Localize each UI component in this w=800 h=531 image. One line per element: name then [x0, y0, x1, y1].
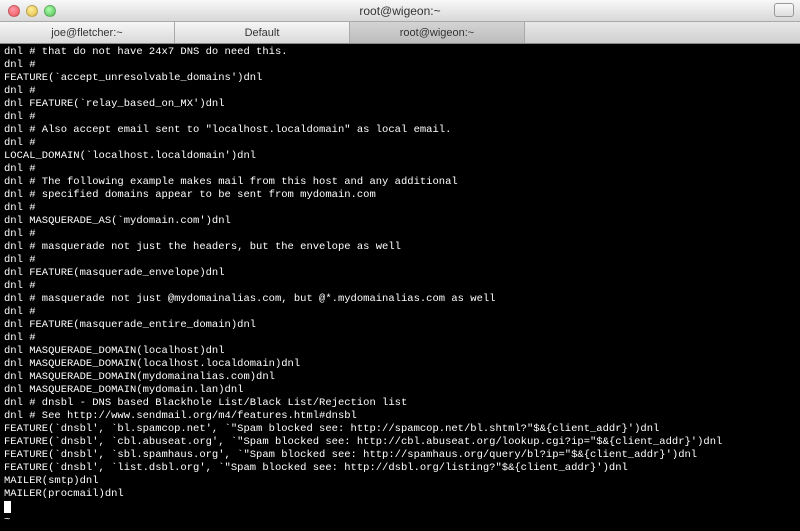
tabbar: joe@fletcher:~ Default root@wigeon:~ [0, 22, 800, 44]
terminal-output[interactable]: dnl # that do not have 24x7 DNS do need … [0, 44, 800, 531]
tab-joe-fletcher[interactable]: joe@fletcher:~ [0, 22, 175, 43]
tab-label: root@wigeon:~ [400, 27, 474, 39]
tab-label: joe@fletcher:~ [51, 27, 122, 39]
tab-default[interactable]: Default [175, 22, 350, 43]
traffic-lights [0, 5, 56, 17]
window-title: root@wigeon:~ [0, 4, 800, 18]
terminal-cursor [4, 501, 11, 513]
minimize-button[interactable] [26, 5, 38, 17]
vim-tilde: ~ [4, 514, 10, 526]
titlebar: root@wigeon:~ [0, 0, 800, 22]
close-button[interactable] [8, 5, 20, 17]
terminal-text: dnl # that do not have 24x7 DNS do need … [4, 46, 722, 500]
zoom-button[interactable] [44, 5, 56, 17]
tab-root-wigeon[interactable]: root@wigeon:~ [350, 22, 525, 43]
tab-label: Default [245, 27, 280, 39]
toolbar-toggle-button[interactable] [774, 3, 794, 17]
